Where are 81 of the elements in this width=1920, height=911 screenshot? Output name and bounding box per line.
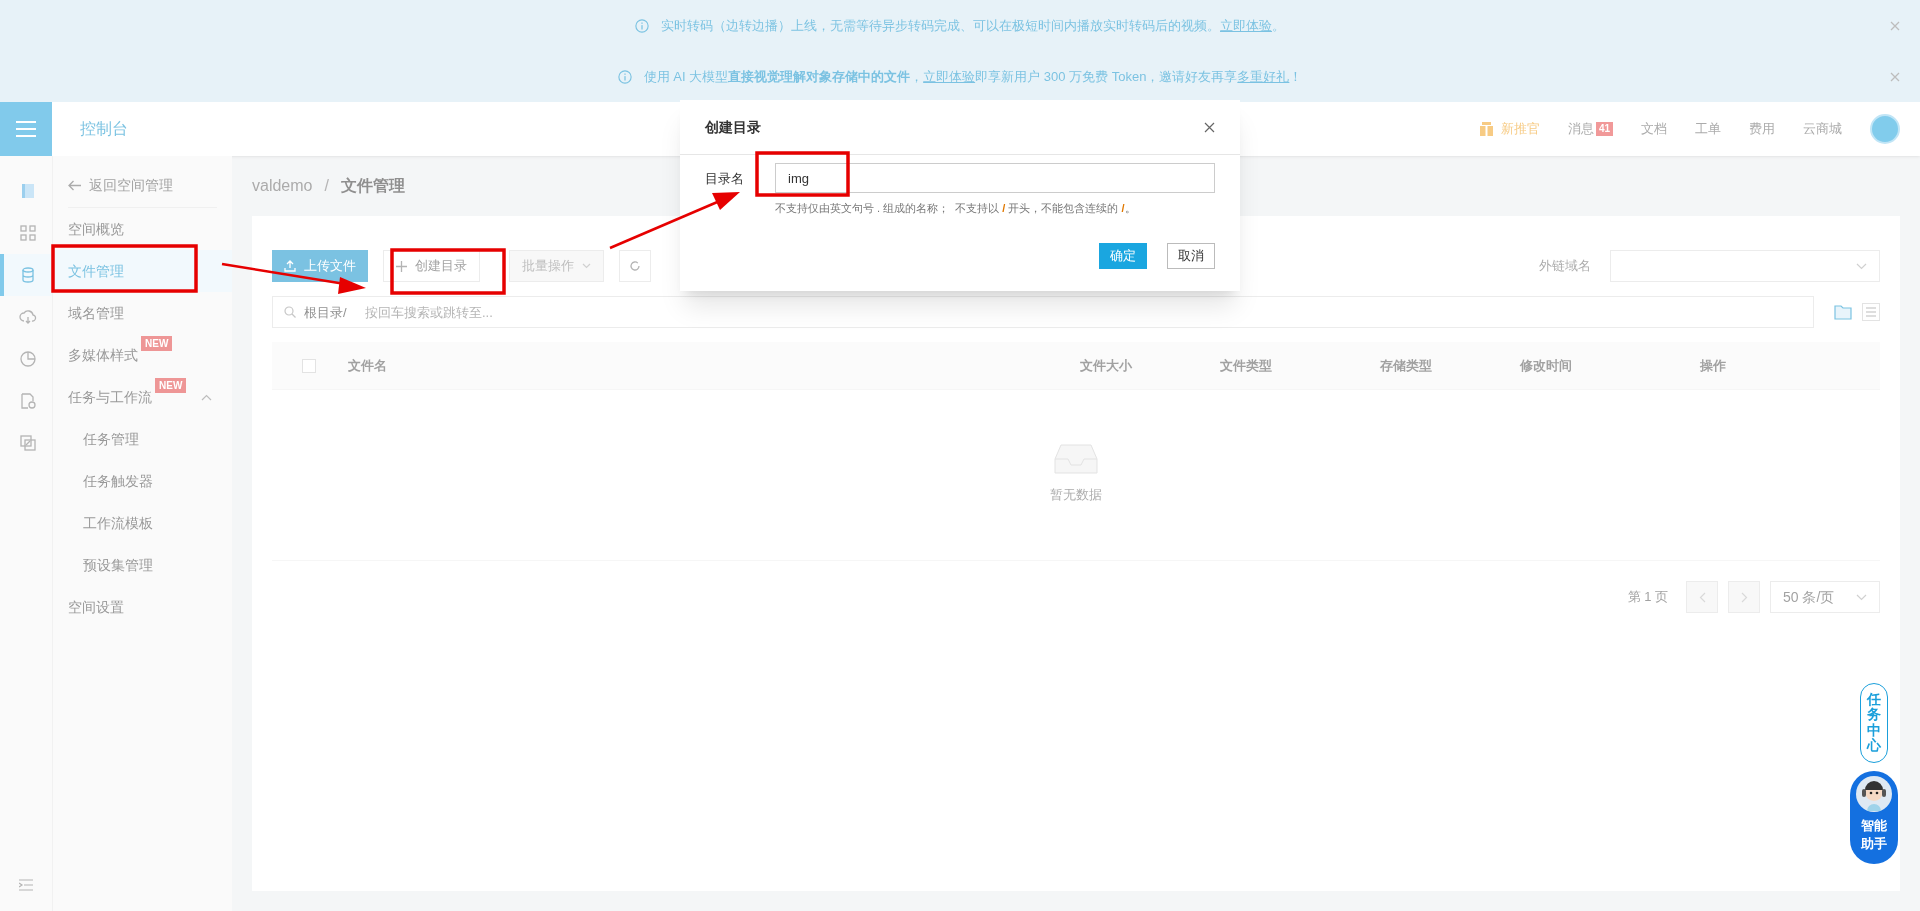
gift-icon [1479, 122, 1493, 136]
refresh-icon [629, 260, 641, 272]
info-icon [617, 69, 632, 84]
rail-item[interactable] [0, 254, 52, 296]
sidebar-item[interactable]: 多媒体样式 NEW [53, 334, 232, 376]
layers-icon [19, 434, 37, 452]
collapse-menu-icon[interactable] [19, 879, 33, 891]
sidebar-item[interactable]: 任务触发器 [53, 460, 232, 502]
input-hint: 不支持仅由英文句号 . 组成的名称； 不支持以 / 开头，不能包含连续的 /。 [775, 201, 1137, 216]
column-header: 文件大小 [1080, 356, 1133, 375]
back-link[interactable]: 返回空间管理 [89, 175, 173, 196]
notice-link[interactable]: 多重好礼 [1237, 68, 1290, 84]
cancel-button[interactable]: 取消 [1167, 242, 1215, 269]
chevron-left-icon [1698, 591, 1706, 603]
domain-select[interactable] [1610, 250, 1880, 282]
column-header: 存储类型 [1380, 356, 1433, 375]
sidebar-item[interactable]: 工作流模板 [53, 502, 232, 544]
new-badge: NEW [155, 378, 187, 393]
header-link[interactable]: 费用 [1749, 119, 1775, 139]
new-badge: NEW [141, 336, 173, 351]
header-link[interactable]: 消息 41 [1567, 119, 1613, 139]
upload-icon [284, 260, 296, 272]
back-arrow-icon [68, 180, 81, 191]
database-icon [19, 266, 37, 284]
search-prefix: 根目录/ [304, 304, 347, 322]
folder-icon[interactable] [1834, 304, 1852, 320]
menu-icon [16, 121, 36, 137]
plus-icon [396, 260, 407, 272]
column-header: 操作 [1700, 356, 1727, 375]
domain-label: 外链域名 [1539, 257, 1591, 276]
page-indicator: 第 1 页 [1627, 588, 1668, 607]
list-view-icon[interactable] [1862, 303, 1880, 321]
message-count-badge: 41 [1595, 122, 1613, 136]
sidebar-item[interactable]: 任务管理 [53, 418, 232, 460]
column-header: 修改时间 [1520, 356, 1573, 375]
field-label: 目录名 [705, 170, 745, 188]
chevron-down-icon [1856, 593, 1867, 601]
column-header: 文件类型 [1220, 356, 1273, 375]
refresh-button[interactable] [619, 250, 651, 282]
promoter-link[interactable]: 新推官 [1500, 119, 1540, 139]
notice-link[interactable]: 立即体验 [923, 68, 976, 84]
user-avatar[interactable] [1870, 114, 1900, 144]
chevron-right-icon [1740, 591, 1748, 603]
previous-page-button[interactable] [1686, 581, 1718, 613]
folder-name-input[interactable]: img [775, 163, 1215, 193]
sidebar-item[interactable]: 任务与工作流 NEW [53, 376, 232, 418]
close-icon[interactable] [1204, 121, 1215, 133]
sidebar-item[interactable]: 预设集管理 [53, 544, 232, 586]
search-icon [284, 306, 296, 318]
chevron-up-icon[interactable] [201, 393, 212, 401]
breadcrumb-link[interactable]: valdemo [252, 174, 313, 198]
breadcrumb-separator: / [324, 176, 329, 196]
column-header: 文件名 [348, 356, 388, 375]
console-title: 控制台 [80, 119, 128, 139]
pie-chart-icon [19, 350, 37, 368]
confirm-button[interactable]: 确定 [1099, 242, 1147, 269]
header-link[interactable]: 文档 [1641, 119, 1667, 139]
chevron-down-icon [1856, 262, 1867, 270]
notice-text: 实时转码（边转边播）上线，无需等待异步转码完成、可以在极短时间内播放实时转码后的视频。立即体验。 [661, 16, 1285, 35]
header-link[interactable]: 工单 [1695, 119, 1721, 139]
upload-button[interactable]: 上传文件 [272, 250, 368, 282]
robot-avatar-icon [1855, 774, 1893, 813]
select-all-checkbox[interactable] [302, 358, 316, 373]
info-icon [635, 18, 649, 33]
create-folder-button[interactable]: 创建目录 [383, 250, 480, 282]
empty-state-text: 暂无数据 [1050, 486, 1102, 505]
notice-link[interactable]: 立即体验 [1220, 17, 1272, 33]
dialog-title: 创建目录 [705, 117, 761, 137]
menu-button[interactable] [0, 102, 52, 156]
sidebar-item[interactable]: 空间概览 [53, 208, 232, 250]
sidebar-item[interactable]: 文件管理 [53, 250, 232, 292]
sidebar-item[interactable]: 域名管理 [53, 292, 232, 334]
task-center-button[interactable]: 任务中心 [1860, 683, 1888, 763]
header-link[interactable]: 云商城 [1803, 119, 1842, 139]
page-size-select[interactable]: 50 条/页 [1770, 581, 1880, 613]
chevron-down-icon [582, 263, 591, 269]
notice-text: 使用 AI 大模型直接视觉理解对象存储中的文件，立即体验即享新用户 300 万免费 Token，邀请好友再享多重好礼！ [643, 67, 1303, 86]
breadcrumb-current: 文件管理 [340, 176, 405, 196]
grid-icon [19, 224, 37, 242]
next-page-button[interactable] [1728, 581, 1760, 613]
sidebar-item[interactable]: 空间设置 [53, 586, 232, 628]
